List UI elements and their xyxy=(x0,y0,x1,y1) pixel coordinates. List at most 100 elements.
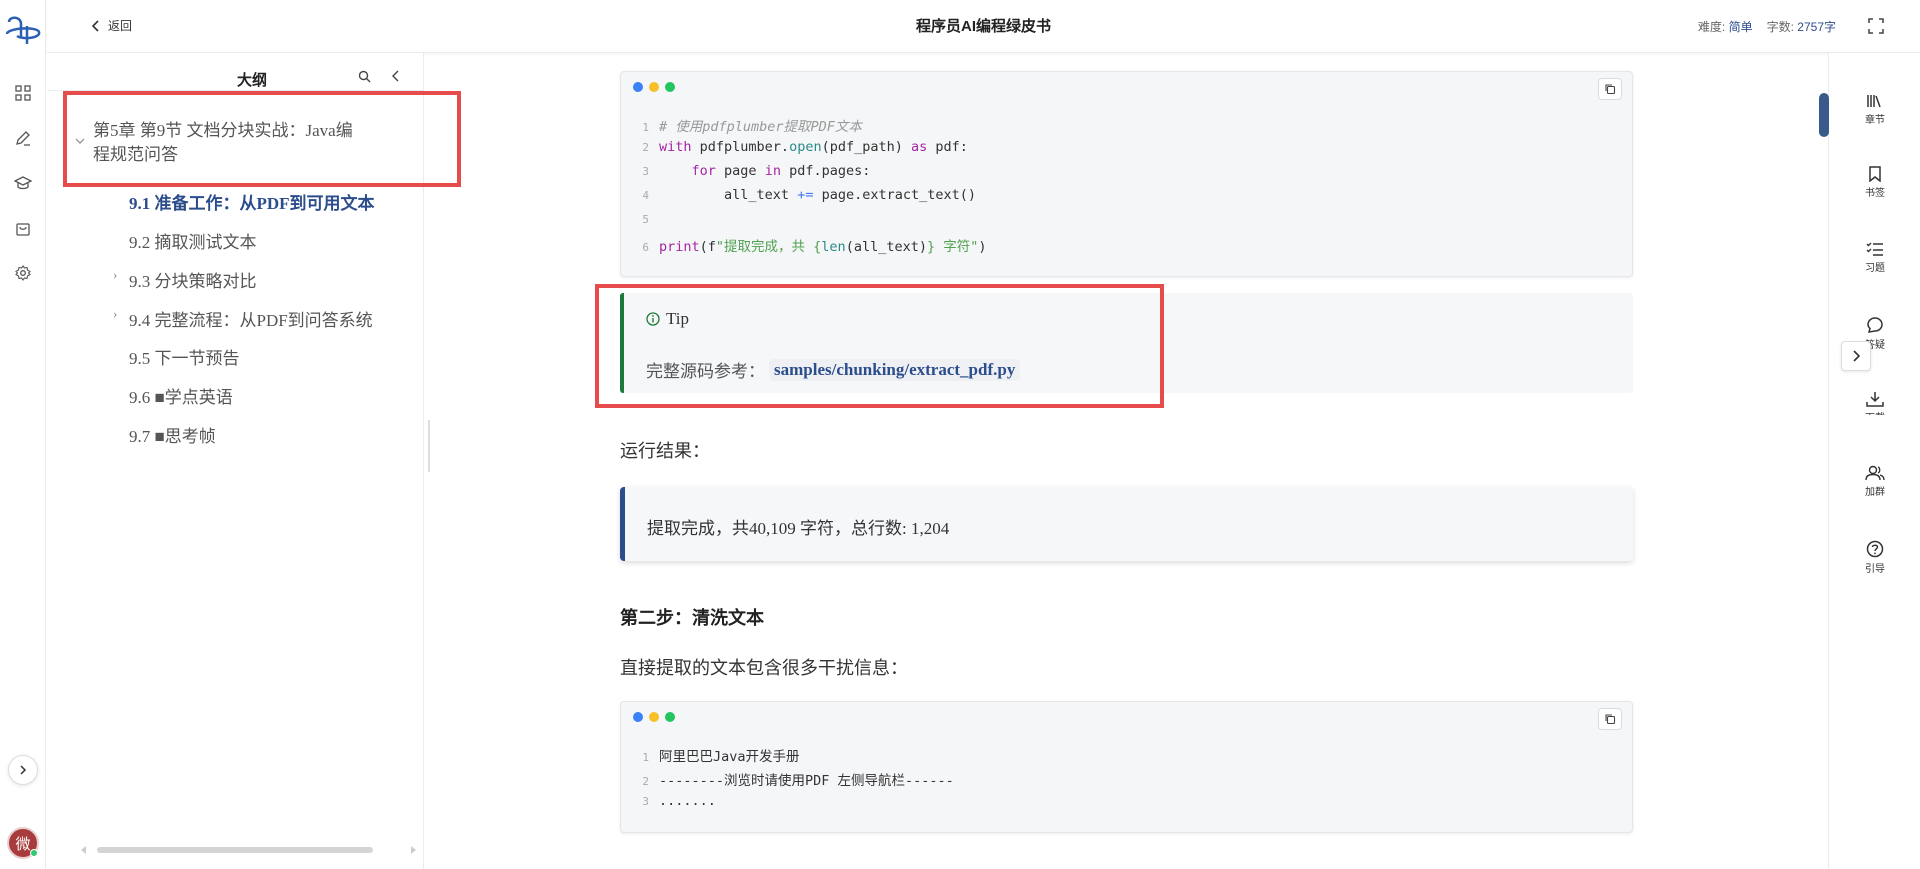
code-string: } 字符" xyxy=(926,239,979,255)
outline-section-9-7[interactable]: 9.7 ■思考帧 xyxy=(129,422,216,447)
search-icon[interactable] xyxy=(358,70,371,83)
scrollbar-thumb[interactable] xyxy=(97,847,373,853)
library-icon xyxy=(1867,95,1881,108)
outline-horizontal-scrollbar[interactable] xyxy=(81,846,416,854)
outline-section-label: 9.4 完整流程：从PDF到问答系统 xyxy=(129,311,373,330)
code-text: pdf.pages: xyxy=(780,163,871,179)
line-number: 2 xyxy=(642,141,649,154)
checklist-icon xyxy=(1866,242,1883,256)
outline-section-9-1[interactable]: 9.1 准备工作：从PDF到可用文本 xyxy=(129,189,375,214)
line-number: 4 xyxy=(642,189,649,202)
code-string: "提取完成，共 { xyxy=(715,239,822,255)
outline-section-9-5[interactable]: 9.5 下一节预告 xyxy=(129,344,240,369)
avatar[interactable]: 微 xyxy=(7,827,39,859)
code-line: 4 all_text += page.extract_text() xyxy=(621,187,976,211)
chevron-right-icon[interactable]: › xyxy=(113,306,117,322)
exercises-label: 习题 xyxy=(1865,263,1885,274)
chapters-button[interactable]: 章节 xyxy=(1829,93,1920,126)
outline-section-9-4[interactable]: › 9.4 完整流程：从PDF到问答系统 xyxy=(113,306,373,331)
graduation-cap-icon[interactable] xyxy=(13,173,33,193)
scroll-right-icon[interactable] xyxy=(411,846,417,854)
group-icon xyxy=(1865,465,1885,481)
code-text: all_text xyxy=(724,187,798,203)
code-keyword: print xyxy=(659,239,700,255)
code-text: ....... xyxy=(659,793,716,809)
run-result-label: 运行结果： xyxy=(620,441,710,461)
bag-icon[interactable] xyxy=(13,218,33,238)
right-toolbar: 章节 书签 习题 答疑 下载 加群 引导 xyxy=(1819,53,1920,869)
outline-section-9-2[interactable]: 9.2 摘取测试文本 xyxy=(129,228,257,253)
logo-icon[interactable] xyxy=(3,14,43,48)
download-button[interactable]: 下载 xyxy=(1829,391,1920,415)
code-text: ) xyxy=(978,239,987,255)
join-group-button[interactable]: 加群 xyxy=(1829,465,1920,498)
fullscreen-button[interactable] xyxy=(1864,14,1888,38)
chapters-label: 章节 xyxy=(1865,115,1885,126)
outline-section-9-3[interactable]: › 9.3 分块策略对比 xyxy=(113,267,257,292)
guide-button[interactable]: 引导 xyxy=(1829,540,1920,575)
outline-chapter[interactable]: 第5章 第9节 文档分块实战：Java编程规范问答 xyxy=(75,119,365,167)
code-function: open xyxy=(789,139,822,155)
outline-sidebar: 大纲 第5章 第9节 文档分块实战：Java编程规范问答 9.1 准备工作：从P… xyxy=(47,53,424,869)
code-text: (pdf_path) xyxy=(821,139,911,155)
copy-button[interactable] xyxy=(1598,78,1622,100)
tip-callout: Tip 完整源码参考： samples/chunking/extract_pdf… xyxy=(620,293,1633,393)
code-block-2: 1 阿里巴巴Java开发手册 2 --------浏览时请使用PDF 左侧导航栏--… xyxy=(620,701,1633,833)
chat-bubble-icon xyxy=(1867,317,1883,333)
code-line: 2 with pdfplumber.open(pdf_path) as pdf: xyxy=(621,139,968,163)
code-text: page xyxy=(715,163,765,179)
line-number: 3 xyxy=(642,165,649,178)
code-line: 1 阿里巴巴Java开发手册 xyxy=(621,745,799,769)
difficulty: 难度: 简单 xyxy=(1698,18,1753,35)
copy-button[interactable] xyxy=(1598,708,1622,730)
scroll-left-icon[interactable] xyxy=(81,846,87,854)
outline-section-9-6[interactable]: 9.6 ■学点英语 xyxy=(129,383,233,408)
bookmark-label: 书签 xyxy=(1865,188,1885,199)
code-operator: += xyxy=(797,187,814,203)
code-text: pdf: xyxy=(927,139,968,155)
code-block: 1 # 使用pdfplumber提取PDF文本 2 with pdfplumber.… xyxy=(620,71,1633,277)
download-icon xyxy=(1866,392,1884,407)
avatar-text: 微 xyxy=(15,835,31,853)
code-line: 2 --------浏览时请使用PDF 左侧导航栏------ xyxy=(621,769,954,793)
grid-icon[interactable] xyxy=(13,83,33,103)
wordcount: 字数: 2757字 xyxy=(1767,18,1836,35)
code-comment: # 使用pdfplumber提取PDF文本 xyxy=(659,119,862,135)
next-page-button[interactable] xyxy=(1841,341,1871,371)
exercises-button[interactable]: 习题 xyxy=(1829,241,1920,274)
line-number: 1 xyxy=(642,751,649,764)
content-scrollbar-thumb[interactable] xyxy=(1819,93,1829,137)
code-function: len xyxy=(821,239,846,255)
source-path[interactable]: samples/chunking/extract_pdf.py xyxy=(769,358,1021,381)
line-number: 5 xyxy=(642,213,649,226)
tip-title: Tip xyxy=(646,309,689,329)
collapse-outline-icon[interactable] xyxy=(392,70,400,82)
difficulty-label: 难度: xyxy=(1697,20,1726,34)
chevron-right-icon[interactable]: › xyxy=(113,267,117,283)
edit-icon[interactable] xyxy=(13,128,33,148)
tip-source: 完整源码参考： samples/chunking/extract_pdf.py xyxy=(646,357,1021,382)
code-keyword: in xyxy=(764,163,781,179)
dot-blue xyxy=(633,82,643,92)
result-box: 提取完成，共40,109 字符，总行数: 1,204 xyxy=(620,487,1633,561)
result-text: 提取完成，共40,109 字符，总行数: 1,204 xyxy=(647,519,950,538)
outline-chapter-label: 第5章 第9节 文档分块实战：Java编程规范问答 xyxy=(93,121,353,164)
fullscreen-icon xyxy=(1868,18,1884,34)
line-number: 6 xyxy=(642,241,649,254)
wordcount-value: 2757字 xyxy=(1797,20,1836,34)
copy-icon xyxy=(1605,714,1616,725)
code-text: (all_text) xyxy=(845,239,927,255)
bookmark-icon xyxy=(1869,166,1881,182)
code-text: page.extract_text() xyxy=(813,187,977,203)
line-number: 1 xyxy=(642,121,649,134)
window-dots xyxy=(633,82,675,92)
bookmark-button[interactable]: 书签 xyxy=(1829,166,1920,199)
info-icon xyxy=(646,312,660,326)
code-text: --------浏览时请使用PDF 左侧导航栏------ xyxy=(659,773,954,789)
expand-rail-button[interactable] xyxy=(8,755,38,785)
code-line: 6 print(f"提取完成，共 {len(all_text)} 字符") xyxy=(621,235,987,259)
gear-icon[interactable] xyxy=(13,263,33,283)
join-group-label: 加群 xyxy=(1865,487,1885,498)
code-keyword: for xyxy=(691,163,716,179)
